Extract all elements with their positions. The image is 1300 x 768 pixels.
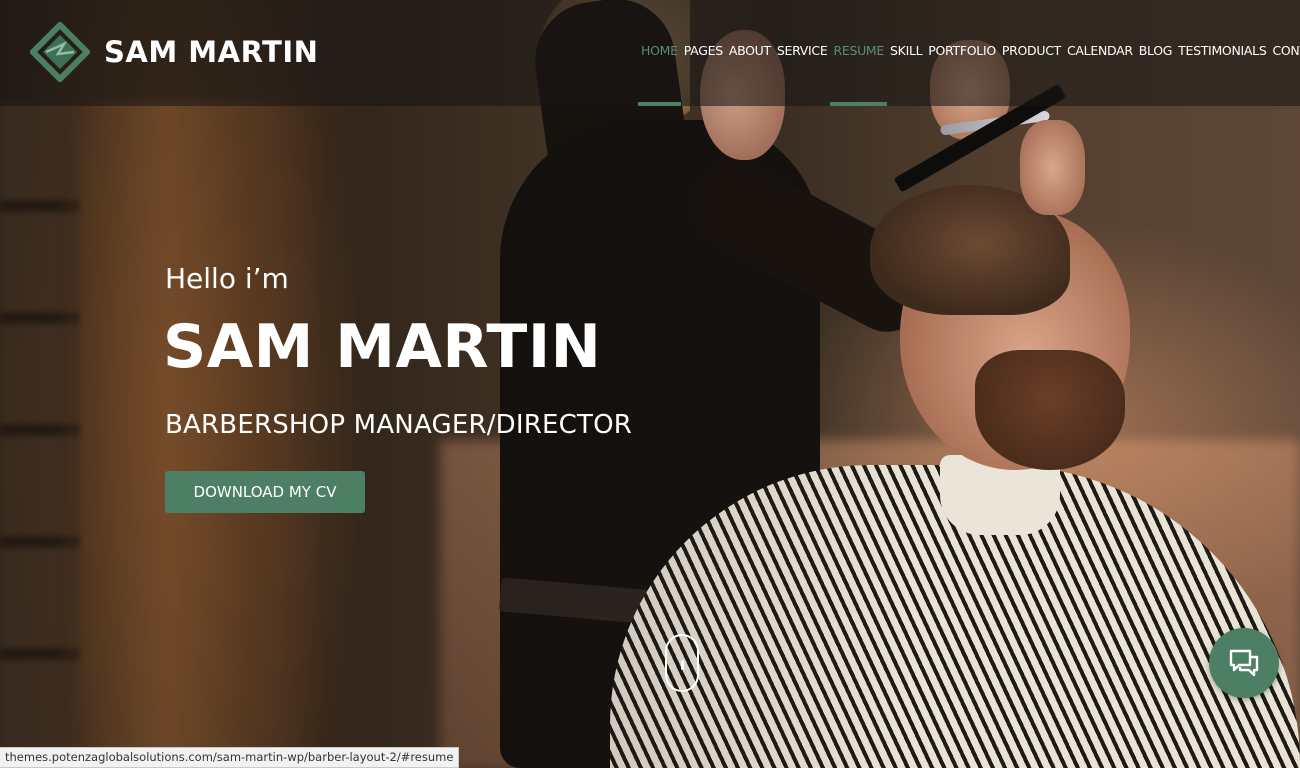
nav-pages[interactable]: PAGES (681, 0, 726, 106)
hero-role: BARBERSHOP MANAGER/DIRECTOR (165, 410, 633, 440)
mouse-scroll-icon[interactable] (665, 634, 699, 692)
nav-contact[interactable]: CONTACT (1269, 0, 1300, 106)
hero-name: SAM MARTIN (163, 312, 602, 382)
browser-status-bar: themes.potenzaglobalsolutions.com/sam-ma… (0, 747, 460, 768)
download-cv-button[interactable]: DOWNLOAD MY CV (165, 471, 365, 513)
nav-service[interactable]: SERVICE (774, 0, 831, 106)
chat-bubbles-icon (1229, 649, 1259, 677)
diamond-logo-icon (30, 22, 90, 82)
nav-skill[interactable]: SKILL (887, 0, 925, 106)
nav-calendar[interactable]: CALENDAR (1064, 0, 1136, 106)
nav-testimonials[interactable]: TESTIMONIALS (1175, 0, 1269, 106)
nav-product[interactable]: PRODUCT (999, 0, 1064, 106)
chat-button[interactable] (1209, 628, 1279, 698)
main-nav: HOME PAGES ABOUT SERVICE RESUME SKILL PORTFOLI… (638, 0, 1300, 106)
site-header: SAM MARTIN HOME PAGES ABOUT SERVICE RESUME SK… (0, 0, 1300, 106)
hero-background-image (0, 0, 1300, 768)
nav-resume[interactable]: RESUME (830, 0, 887, 106)
nav-home[interactable]: HOME (638, 0, 681, 106)
background-vignette (0, 0, 1300, 768)
scroll-wheel (681, 660, 684, 670)
hero-greeting: Hello i’m (165, 262, 289, 295)
nav-portfolio[interactable]: PORTFOLIO (925, 0, 999, 106)
nav-blog[interactable]: BLOG (1136, 0, 1175, 106)
logo-text: SAM MARTIN (104, 35, 319, 69)
nav-about[interactable]: ABOUT (726, 0, 774, 106)
site-logo[interactable]: SAM MARTIN (30, 22, 318, 82)
